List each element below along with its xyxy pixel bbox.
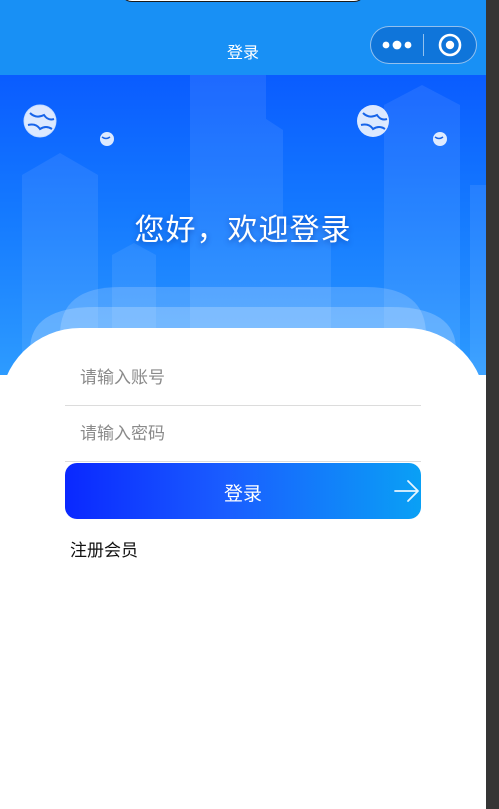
password-field bbox=[65, 406, 421, 462]
mini-program-capsule bbox=[370, 26, 477, 64]
account-input[interactable] bbox=[80, 350, 410, 405]
target-circle-icon bbox=[438, 33, 462, 57]
device-notch bbox=[120, 0, 366, 2]
navigation-bar: 登录 bbox=[0, 0, 486, 75]
close-button[interactable] bbox=[424, 27, 476, 63]
window-scrollbar[interactable] bbox=[486, 0, 499, 809]
register-member-link[interactable]: 注册会员 bbox=[70, 536, 138, 561]
arrow-right-icon bbox=[394, 480, 419, 502]
phone-screen: 登录 您好，欢迎登录 请输入账号 登录 注册会员 bbox=[0, 0, 486, 809]
account-field bbox=[65, 350, 421, 406]
more-dots-icon bbox=[382, 40, 412, 50]
login-button-label: 登录 bbox=[223, 484, 262, 505]
login-button[interactable]: 登录 bbox=[65, 463, 421, 519]
more-button[interactable] bbox=[371, 27, 423, 63]
password-input[interactable] bbox=[80, 406, 410, 461]
welcome-heading: 您好，欢迎登录 bbox=[134, 213, 352, 248]
